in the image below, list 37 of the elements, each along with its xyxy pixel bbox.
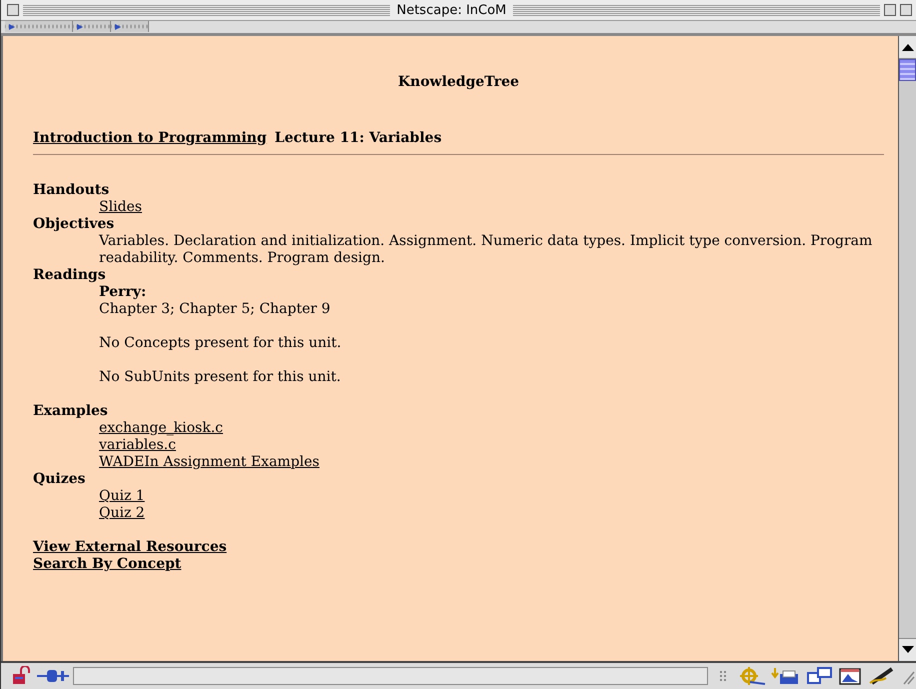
item-link[interactable]: Quiz 2 — [99, 505, 145, 521]
collapsed-toolbar-tab[interactable] — [73, 21, 111, 32]
unlocked-padlock-icon[interactable] — [11, 666, 33, 686]
item-text: Variables. Declaration and initialization. Assignment. Numeric data types. Implicit type conversion. Program readability. Comments. Program design. — [99, 233, 872, 266]
close-button[interactable] — [7, 4, 19, 16]
expand-triangle-icon — [114, 22, 122, 30]
author-label: Perry: — [99, 284, 146, 300]
collapsed-toolbar-tab[interactable] — [5, 21, 73, 32]
section-heading: Examples — [33, 403, 108, 419]
item-link[interactable]: exchange_kiosk.c — [99, 420, 223, 436]
site-title: KnowledgeTree — [398, 74, 520, 90]
lecture-title: Lecture 11: Variables — [274, 130, 442, 146]
expand-triangle-icon — [8, 22, 16, 30]
footer-link[interactable]: Search By Concept — [33, 556, 182, 572]
expand-triangle-icon — [76, 22, 84, 30]
vertical-scrollbar[interactable] — [898, 36, 916, 661]
note-text: No SubUnits present for this unit. — [99, 369, 341, 385]
scroll-thumb[interactable] — [899, 59, 916, 81]
collapsed-toolbar-tab[interactable] — [111, 21, 149, 32]
item-link[interactable]: variables.c — [99, 437, 176, 453]
item-link[interactable]: WADEIn Assignment Examples — [99, 454, 320, 470]
scroll-down-icon[interactable] — [899, 638, 916, 661]
collapse-button[interactable] — [900, 4, 912, 16]
scroll-up-icon[interactable] — [899, 36, 916, 59]
course-link[interactable]: Introduction to Programming — [33, 130, 267, 146]
item-text: Chapter 3; Chapter 5; Chapter 9 — [99, 301, 330, 317]
note-text: No Concepts present for this unit. — [99, 335, 342, 351]
zoom-button[interactable] — [884, 4, 896, 16]
window-title: Netscape: InCoM — [396, 2, 508, 18]
chat-bubbles-icon[interactable] — [806, 666, 834, 686]
section-heading: Objectives — [33, 216, 114, 232]
item-link[interactable]: Quiz 1 — [99, 488, 145, 504]
section-heading: Readings — [33, 267, 106, 283]
section-heading: Handouts — [33, 182, 110, 198]
footer-link[interactable]: View External Resources — [33, 539, 227, 555]
item-link[interactable]: Slides — [99, 199, 142, 215]
section-heading: Quizes — [33, 471, 86, 487]
